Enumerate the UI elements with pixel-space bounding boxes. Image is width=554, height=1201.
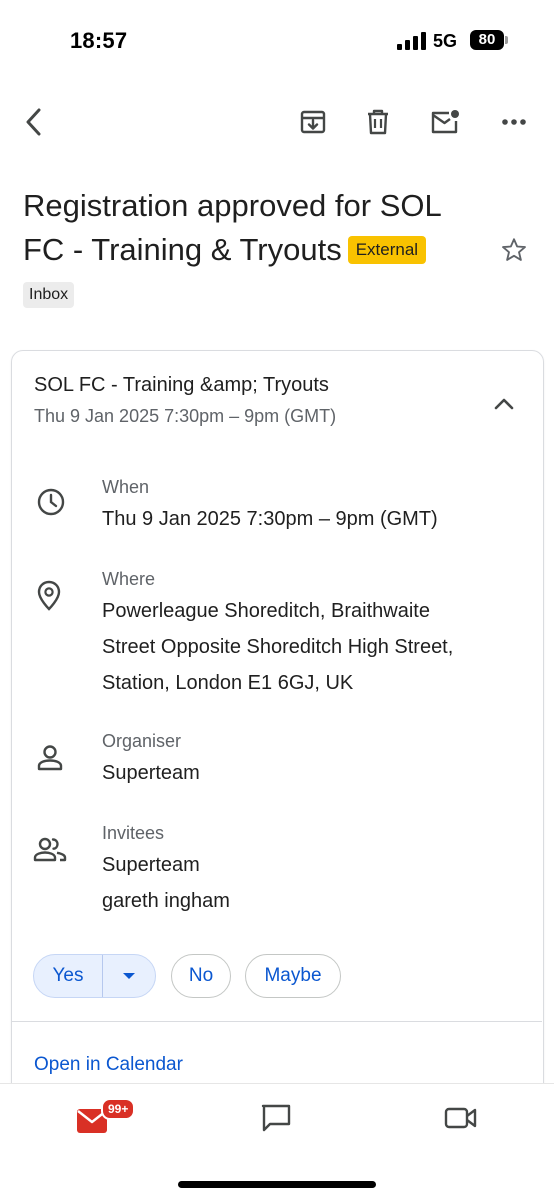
home-indicator bbox=[178, 1181, 376, 1188]
nav-meet-tab[interactable] bbox=[443, 1100, 479, 1136]
status-time: 18:57 bbox=[70, 28, 128, 53]
where-value[interactable]: Powerleague Shoreditch, Braithwaite Stre… bbox=[102, 593, 532, 701]
unread-count-badge: 99+ bbox=[101, 1098, 136, 1120]
back-button[interactable] bbox=[12, 100, 56, 144]
where-line: Station, London E1 6GJ, UK bbox=[102, 672, 354, 694]
where-label: Where bbox=[102, 569, 156, 589]
card-divider bbox=[12, 1021, 542, 1022]
clock-icon bbox=[33, 484, 69, 520]
external-badge: External bbox=[347, 236, 427, 264]
battery-nub bbox=[505, 36, 508, 44]
more-horizontal-icon bbox=[502, 119, 526, 125]
invitees-label: Invitees bbox=[102, 823, 165, 843]
archive-icon bbox=[300, 110, 326, 134]
email-subject: Registration approved for SOL FC - Train… bbox=[23, 184, 463, 272]
video-camera-icon bbox=[444, 1107, 477, 1129]
when-value: Thu 9 Jan 2025 7:30pm – 9pm (GMT) bbox=[102, 508, 438, 530]
chevron-up-icon bbox=[494, 398, 514, 410]
event-summary-time: Thu 9 Jan 2025 7:30pm – 9pm (GMT) bbox=[34, 406, 337, 426]
battery-icon: 80 bbox=[470, 30, 504, 50]
event-title: SOL FC - Training &amp; Tryouts bbox=[34, 374, 329, 396]
where-line: Street Opposite Shoreditch High Street, bbox=[102, 636, 454, 658]
rsvp-yes-split-button: Yes bbox=[33, 954, 156, 998]
rsvp-maybe-button[interactable]: Maybe bbox=[245, 954, 341, 998]
caret-down-icon bbox=[123, 973, 135, 979]
rsvp-no-button[interactable]: No bbox=[171, 954, 231, 998]
open-in-calendar-link[interactable]: Open in Calendar bbox=[34, 1054, 183, 1076]
label-chip-inbox[interactable]: Inbox bbox=[23, 282, 75, 308]
chevron-left-icon bbox=[26, 108, 41, 136]
star-button[interactable] bbox=[496, 232, 532, 268]
where-line: Powerleague Shoreditch, Braithwaite bbox=[102, 600, 430, 622]
invitees-list: Superteam gareth ingham bbox=[102, 847, 230, 919]
mail-unread-icon bbox=[431, 110, 459, 134]
mark-unread-button[interactable] bbox=[423, 100, 467, 144]
collapse-button[interactable] bbox=[484, 384, 524, 424]
star-icon bbox=[502, 238, 526, 261]
nav-chat-tab[interactable] bbox=[258, 1100, 294, 1136]
trash-icon bbox=[368, 109, 388, 135]
rsvp-yes-button[interactable]: Yes bbox=[34, 955, 102, 997]
organiser-value: Superteam bbox=[102, 762, 200, 784]
signal-icon bbox=[397, 32, 426, 50]
delete-button[interactable] bbox=[356, 100, 400, 144]
invitee-item: Superteam bbox=[102, 854, 200, 876]
chat-icon bbox=[261, 1104, 291, 1132]
people-icon bbox=[32, 832, 68, 868]
invitee-item: gareth ingham bbox=[102, 890, 230, 912]
when-label: When bbox=[102, 477, 150, 497]
archive-button[interactable] bbox=[291, 100, 335, 144]
person-icon bbox=[32, 740, 68, 776]
organiser-label: Organiser bbox=[102, 731, 182, 751]
network-label: 5G bbox=[433, 31, 458, 51]
rsvp-options-dropdown[interactable] bbox=[103, 955, 155, 997]
location-pin-icon bbox=[31, 578, 67, 614]
more-options-button[interactable] bbox=[492, 100, 536, 144]
